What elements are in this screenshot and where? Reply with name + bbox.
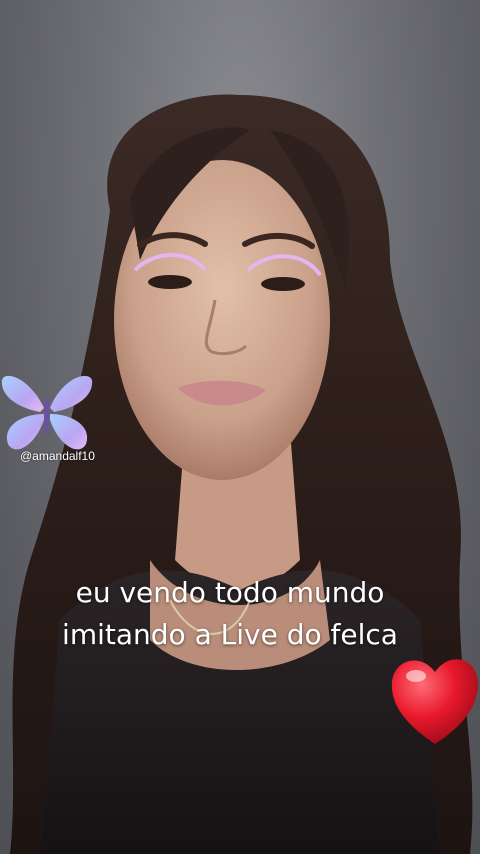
butterfly-icon <box>1 375 93 450</box>
caption-line: eu vendo todo mundo <box>75 576 385 609</box>
creator-watermark: @amandalf10 <box>0 368 110 468</box>
heart-icon <box>391 659 478 744</box>
watermark-handle: @amandalf10 <box>20 449 95 463</box>
video-frame[interactable]: @amandalf10 eu vendo todo mundo imitando… <box>0 0 480 854</box>
video-caption: eu vendo todo mundo imitando a Live do f… <box>0 572 460 656</box>
